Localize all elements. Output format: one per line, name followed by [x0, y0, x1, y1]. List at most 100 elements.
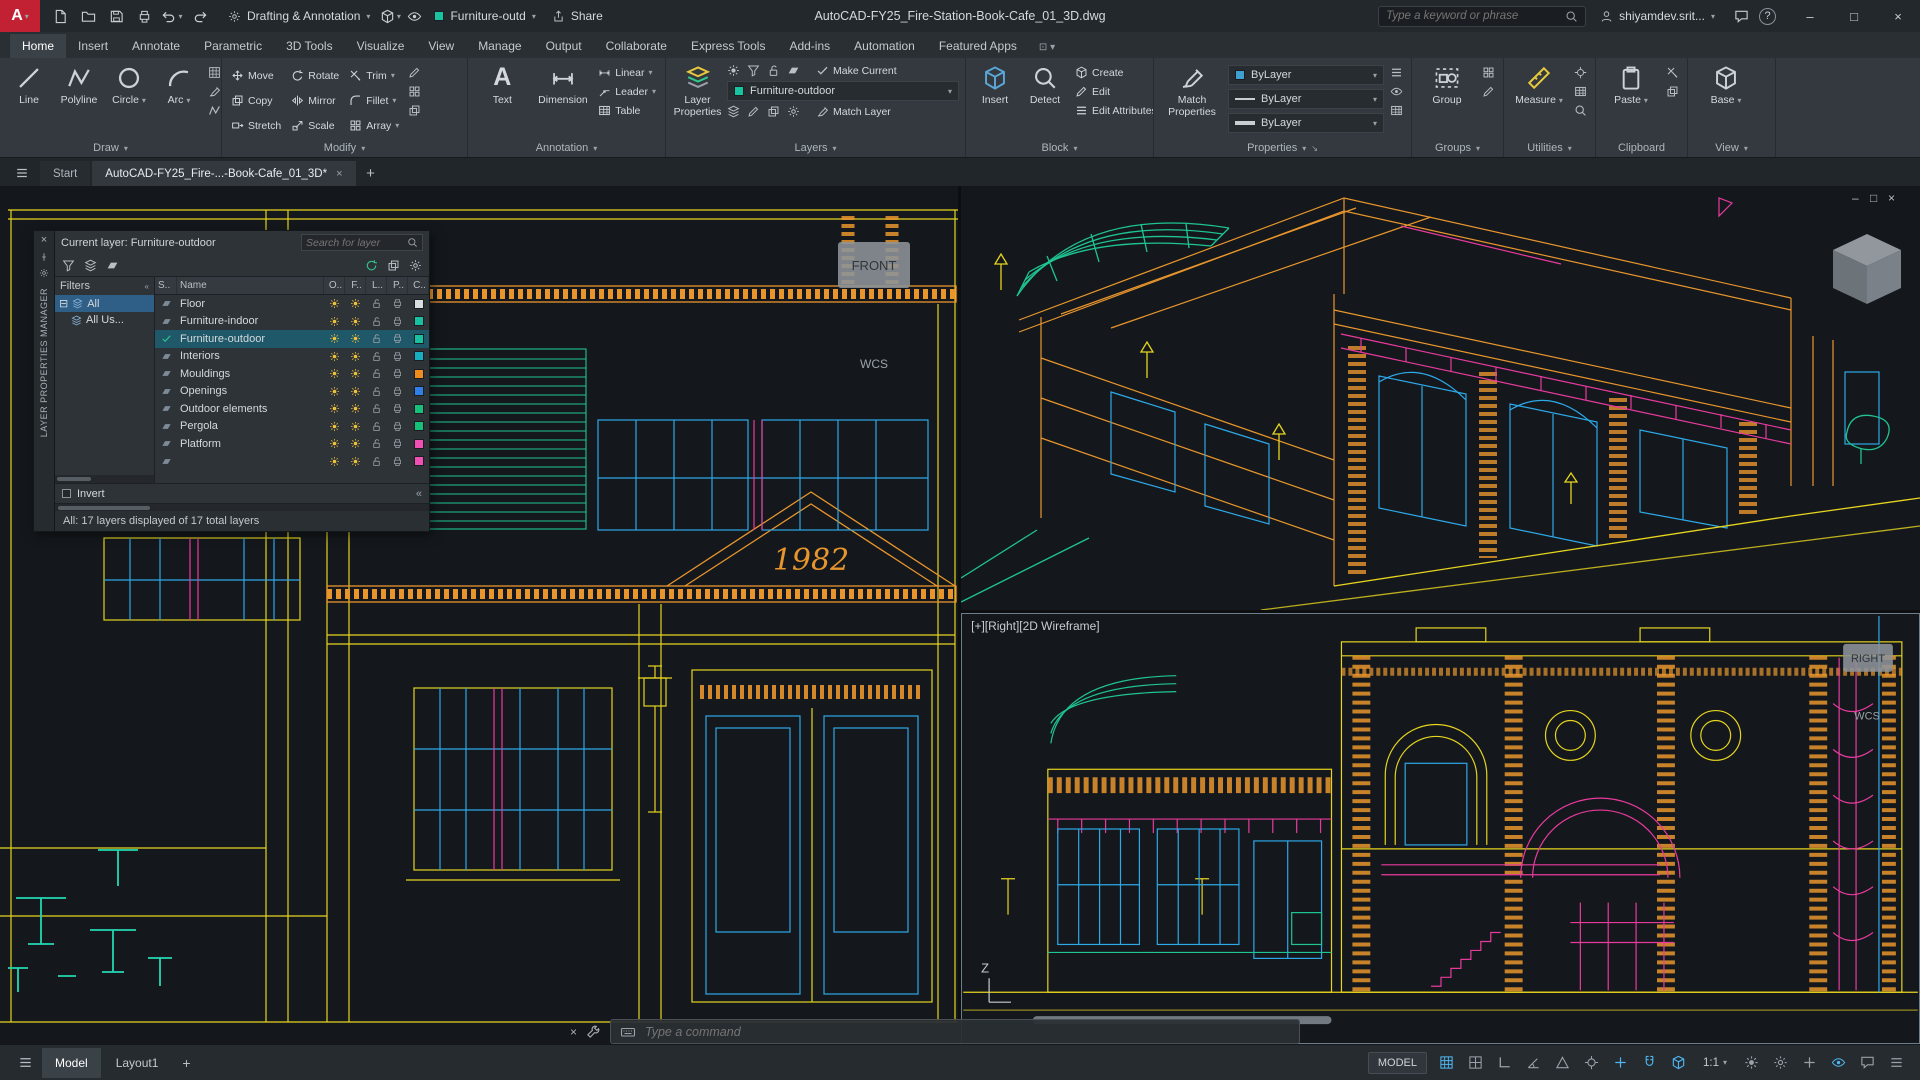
layer-color-swatch[interactable] [414, 334, 424, 344]
layer-freeze-icon[interactable] [350, 351, 361, 362]
file-tabs-menu-button[interactable] [6, 160, 38, 186]
collapse-icon[interactable]: « [416, 488, 422, 500]
layer-plot-icon[interactable] [392, 298, 403, 309]
window-minimize-button[interactable]: – [1788, 0, 1832, 32]
help-search-input[interactable] [1386, 10, 1559, 22]
tool-make-current[interactable]: Make Current [813, 63, 900, 78]
wcs-label-front[interactable]: WCS [860, 357, 888, 371]
boundary-icon[interactable] [208, 104, 221, 117]
right-elevation-canvas[interactable]: [+][Right][2D Wireframe] RIGHT WCS Z [962, 614, 1919, 1043]
tool-match-layer[interactable]: Match Layer [813, 104, 894, 119]
tree-expand-icon[interactable]: ⊟ [59, 297, 68, 310]
annotation-scale-control[interactable]: 1:1▾ [1694, 1057, 1736, 1069]
layer-plot-icon[interactable] [392, 403, 403, 414]
layer-lock-icon[interactable] [371, 386, 382, 397]
layer-lock-icon[interactable] [371, 438, 382, 449]
settings-icon[interactable] [409, 259, 422, 272]
tool-edit-attributes[interactable]: Edit Attributes▾ [1072, 103, 1153, 118]
layer-on-icon[interactable] [329, 438, 340, 449]
tool-insert-block[interactable]: Insert [972, 63, 1018, 139]
tool-paste[interactable]: Paste ▾ [1602, 63, 1660, 139]
layer-on-icon[interactable] [329, 456, 340, 467]
layer-lock-icon[interactable] [371, 403, 382, 414]
new-group-filter-icon[interactable] [84, 259, 97, 272]
layer-isolate-icon[interactable] [787, 64, 800, 77]
collapse-filters-icon[interactable]: « [145, 282, 149, 291]
quick-select-icon[interactable] [1574, 104, 1587, 117]
window-close-button[interactable]: × [1876, 0, 1920, 32]
snap-mode-toggle[interactable] [1462, 1049, 1489, 1076]
tool-create-block[interactable]: Create [1072, 65, 1153, 80]
tool-text[interactable]: AText [474, 63, 531, 139]
layer-row-furniture-indoor[interactable]: Furniture-indoor [155, 313, 429, 331]
ribbon-tab-collaborate[interactable]: Collaborate [594, 34, 679, 58]
copy-clip-icon[interactable] [1666, 85, 1679, 98]
tool-table[interactable]: Table [595, 103, 659, 118]
ortho-mode-toggle[interactable] [1491, 1049, 1518, 1076]
tool-trim[interactable]: Trim▾ [346, 63, 402, 88]
panel-title-groups[interactable]: Groups▾ [1412, 139, 1503, 157]
filter-all-used[interactable]: All Us... [55, 312, 154, 328]
layer-color-swatch[interactable] [414, 386, 424, 396]
group-edit-icon[interactable] [1482, 85, 1495, 98]
layer-state-icon[interactable] [727, 105, 740, 118]
help-button[interactable]: ? [1759, 8, 1776, 25]
filters-scrollbar[interactable] [55, 475, 154, 483]
grid-display-toggle[interactable] [1433, 1049, 1460, 1076]
layer-freeze-icon[interactable] [350, 333, 361, 344]
layer-plot-icon[interactable] [392, 368, 403, 379]
layer-freeze-icon[interactable] [350, 316, 361, 327]
file-tab-start[interactable]: Start [40, 161, 90, 186]
tool-move[interactable]: Move [228, 63, 284, 88]
properties-list-icon[interactable] [1390, 66, 1403, 79]
file-tab-document[interactable]: AutoCAD-FY25_Fire-...-Book-Cafe_01_3D*× [92, 161, 355, 186]
layer-lock-icon[interactable] [767, 64, 780, 77]
ungroup-icon[interactable] [1482, 66, 1495, 79]
tool-circle[interactable]: Circle ▾ [106, 63, 152, 139]
annotation-visibility-toggle[interactable] [1738, 1049, 1765, 1076]
panel-title-properties[interactable]: Properties▾↘ [1154, 139, 1411, 157]
open-button[interactable] [76, 3, 100, 29]
layer-dropdown[interactable]: Furniture-outdoor ▾ [727, 81, 959, 101]
layer-on-icon[interactable] [329, 298, 340, 309]
isometric-drafting-toggle[interactable] [1549, 1049, 1576, 1076]
palette-properties-icon[interactable] [39, 268, 49, 278]
ribbon-tab-automation[interactable]: Automation [842, 34, 927, 58]
tool-linear[interactable]: Linear▾ [595, 65, 659, 80]
viewport-isometric[interactable]: –□× [961, 186, 1920, 610]
quick-layer-dropdown[interactable]: Furniture-outd▾ [426, 5, 543, 27]
tool-line[interactable]: Line [6, 63, 52, 139]
autodesk-assistant-button[interactable] [1729, 3, 1753, 29]
layer-copy-icon[interactable] [767, 105, 780, 118]
ribbon-tab-annotate[interactable]: Annotate [120, 34, 192, 58]
panel-title-annotation[interactable]: Annotation▾ [468, 139, 665, 157]
layer-color-swatch[interactable] [414, 351, 424, 361]
polar-tracking-toggle[interactable] [1520, 1049, 1547, 1076]
viewcube-front[interactable]: FRONT [838, 242, 910, 288]
tool-base[interactable]: Base ▾ [1694, 63, 1758, 139]
cut-icon[interactable] [1666, 66, 1679, 79]
window-maximize-button[interactable]: □ [1832, 0, 1876, 32]
wcs-label-right[interactable]: WCS [1854, 711, 1880, 723]
panel-title-view[interactable]: View▾ [1688, 139, 1775, 157]
isometric-canvas[interactable]: –□× [961, 186, 1920, 610]
tool-stretch[interactable]: Stretch [228, 113, 284, 138]
layer-color-swatch[interactable] [414, 456, 424, 466]
layout1-tab[interactable]: Layout1 [103, 1048, 172, 1078]
command-input[interactable] [645, 1025, 1290, 1039]
object-color-dropdown[interactable]: ByLayer▾ [1228, 65, 1384, 85]
user-account-menu[interactable]: shiyamdev.srit...▾ [1592, 5, 1723, 27]
layer-list-hscrollbar[interactable] [55, 503, 429, 511]
ribbon-tab-add-ins[interactable]: Add-ins [777, 34, 842, 58]
close-tab-icon[interactable]: × [336, 168, 342, 180]
layer-lock-icon[interactable] [371, 298, 382, 309]
layer-plot-icon[interactable] [392, 456, 403, 467]
layer-color-swatch[interactable] [414, 369, 424, 379]
3d-navigation-button[interactable]: ▾ [378, 3, 402, 29]
status-menu-icon[interactable] [10, 1055, 40, 1070]
tool-mirror[interactable]: Mirror [288, 88, 342, 113]
viewport-right[interactable]: [+][Right][2D Wireframe] RIGHT WCS Z [961, 613, 1920, 1044]
ribbon-tab-insert[interactable]: Insert [66, 34, 120, 58]
layer-lock-icon[interactable] [371, 456, 382, 467]
layer-on-icon[interactable] [329, 386, 340, 397]
